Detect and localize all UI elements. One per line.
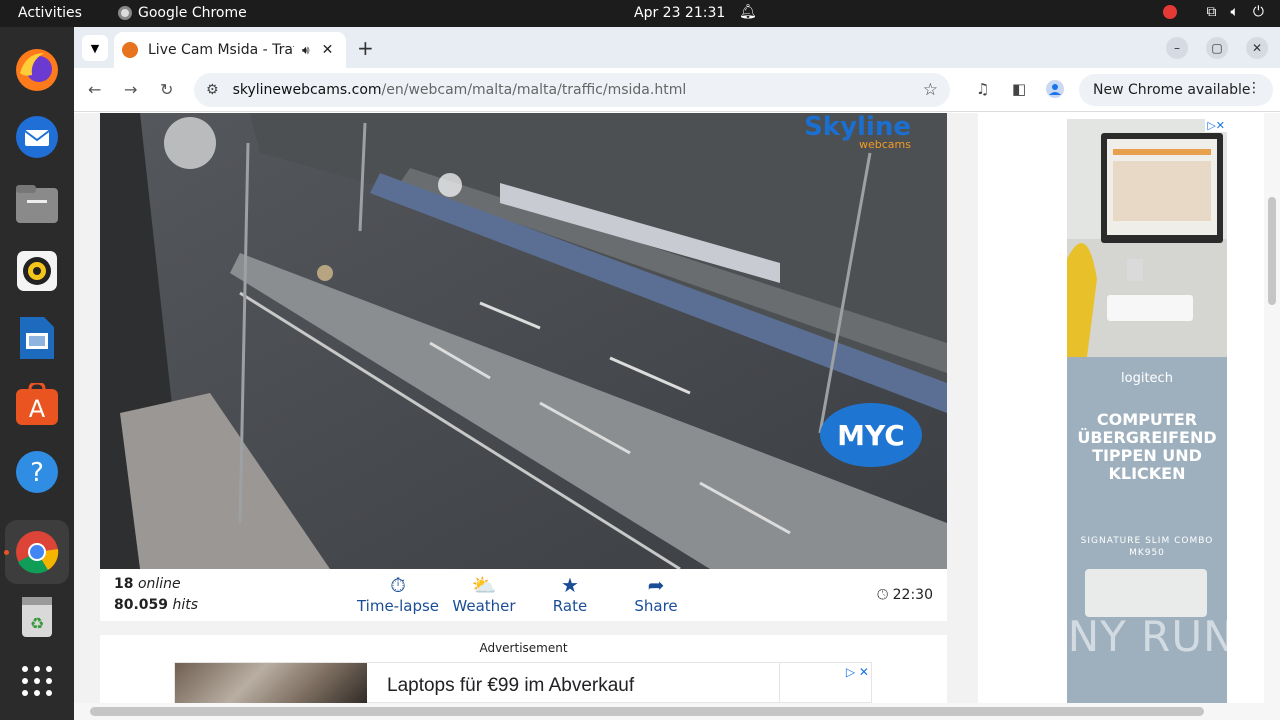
tab-strip: ▼ Live Cam Msida - Traffic 🔊︎ ✕ + – ▢ ✕ (74, 27, 1280, 68)
tab-search-button[interactable]: ▼ (82, 35, 108, 61)
site-info-icon[interactable]: ⚙ (206, 82, 219, 98)
bookmark-star-icon[interactable]: ☆ (923, 80, 938, 100)
clock-icon: 🕓︎ (877, 587, 889, 603)
tab-live-cam[interactable]: Live Cam Msida - Traffic 🔊︎ ✕ (114, 32, 346, 68)
anyrun-watermark: ANY RUN (1038, 612, 1236, 661)
online-label: online (137, 576, 181, 592)
ad-product-name: SIGNATURE SLIM COMBO MK950 (1080, 536, 1214, 558)
bell-icon: 🔔︎ (739, 4, 757, 20)
appcenter-icon[interactable]: A (13, 381, 61, 429)
skyline-favicon-icon (122, 42, 138, 58)
chrome-small-icon (118, 6, 132, 20)
back-icon[interactable]: ← (88, 80, 101, 99)
local-time-value: 22:30 (892, 587, 933, 603)
thunderbird-icon[interactable] (13, 113, 61, 161)
browser-toolbar: ← → ↻ ⚙ skylinewebcams.com /en/webcam/ma… (74, 68, 1280, 112)
share-button[interactable]: ➦ Share (611, 573, 701, 615)
app-grid-icon[interactable] (13, 657, 61, 705)
ad-banner[interactable]: Laptops für €99 im Abverkauf ▷ ✕ (174, 662, 872, 703)
hits-stat: 80.059 hits (114, 597, 198, 613)
activities-button[interactable]: Activities (18, 5, 82, 21)
writer-icon[interactable] (13, 314, 61, 362)
vertical-scrollbar[interactable] (1264, 113, 1280, 705)
local-time: 🕓︎ 22:30 (877, 587, 933, 603)
weather-button[interactable]: ⛅ Weather (439, 573, 529, 615)
ad-keyboard-image (1085, 569, 1207, 617)
restore-icon[interactable]: ▢ (1206, 37, 1228, 59)
dock: A ? ♻ (0, 27, 74, 720)
profile-avatar-icon[interactable] (1046, 80, 1064, 102)
update-label: New Chrome available (1093, 82, 1251, 98)
reload-icon[interactable]: ↻ (160, 80, 173, 99)
weather-label: Weather (452, 597, 516, 615)
star-icon: ★ (561, 573, 579, 597)
ad-side-headline: COMPUTER ÜBERGREIFEND TIPPEN UND KLICKEN (1077, 410, 1217, 483)
chevron-down-icon: ▼ (90, 41, 100, 55)
svg-text:?: ? (30, 458, 44, 488)
forward-icon[interactable]: → (124, 80, 137, 99)
tab-title: Live Cam Msida - Traffic (148, 42, 294, 58)
volume-icon: 🔈︎ (1230, 4, 1239, 20)
myc-overlay-logo: MYC (820, 403, 922, 467)
ad-headline: Laptops für €99 im Abverkauf (387, 675, 635, 696)
webcam-info-bar: 18 online 80.059 hits ⏱ Time-lapse ⛅ Wea… (100, 569, 947, 621)
speaker-icon[interactable]: 🔊︎ (302, 43, 310, 58)
media-controls-icon[interactable]: ♫ (976, 80, 989, 98)
share-label: Share (634, 597, 678, 615)
close-tab-icon[interactable]: ✕ (322, 42, 334, 58)
advertisement-section: Advertisement Laptops für €99 im Abverka… (100, 635, 947, 703)
app-name-label: Google Chrome (138, 5, 247, 21)
rate-button[interactable]: ★ Rate (525, 573, 615, 615)
vertical-scroll-thumb[interactable] (1268, 197, 1276, 305)
timelapse-button[interactable]: ⏱ Time-lapse (353, 573, 443, 615)
advertisement-label: Advertisement (479, 641, 568, 655)
ad-divider (779, 663, 780, 703)
recording-indicator-icon (1162, 5, 1177, 19)
firefox-icon[interactable] (13, 46, 61, 94)
power-icon: ⏻ (1252, 4, 1264, 20)
share-arrow-icon: ➦ (647, 573, 665, 597)
svg-text:A: A (29, 395, 46, 423)
side-panel-icon[interactable]: ◧ (1012, 80, 1026, 98)
minimize-icon[interactable]: – (1166, 37, 1188, 59)
url-path: /en/webcam/malta/malta/traffic/msida.htm… (381, 82, 687, 98)
weather-icon: ⛅ (471, 573, 497, 597)
svg-text:♻: ♻ (30, 614, 44, 633)
ad-brand: logitech (1121, 371, 1173, 386)
new-chrome-available-button[interactable]: New Chrome available ⋮ (1079, 74, 1273, 106)
stopwatch-icon: ⏱ (390, 573, 406, 597)
kebab-menu-icon[interactable]: ⋮ (1247, 80, 1261, 96)
system-top-bar: Activities Google Chrome Apr 23 21:31 🔔︎… (0, 0, 1280, 27)
running-indicator (4, 550, 9, 555)
chrome-icon[interactable] (5, 520, 69, 584)
online-count: 18 (114, 576, 134, 592)
address-bar[interactable]: ⚙ skylinewebcams.com /en/webcam/malta/ma… (194, 73, 950, 107)
clock[interactable]: Apr 23 21:31 (634, 5, 725, 21)
side-adchoices-icon[interactable]: ▷✕ (1205, 119, 1227, 132)
ad-laptops-image (175, 663, 367, 703)
rate-label: Rate (552, 597, 588, 615)
online-stat: 18 online (114, 576, 181, 592)
hits-label: hits (172, 597, 199, 613)
skyline-logo: Skyline webcams (804, 113, 911, 151)
ad-desk-photo (1067, 119, 1227, 357)
new-tab-icon[interactable]: + (357, 36, 374, 60)
trash-icon[interactable]: ♻ (13, 593, 61, 641)
horizontal-scroll-thumb[interactable] (90, 707, 1204, 716)
adchoices-icon[interactable]: ▷ ✕ (846, 665, 869, 679)
system-tray[interactable]: ⧉ 🔈︎ ⏻ (1162, 4, 1264, 20)
hits-count: 80.059 (114, 597, 169, 613)
skyline-logo-main: Skyline (804, 113, 911, 142)
url-host: skylinewebcams.com (232, 82, 382, 98)
timelapse-label: Time-lapse (356, 597, 440, 615)
files-icon[interactable] (13, 180, 61, 228)
close-window-icon[interactable]: ✕ (1246, 37, 1268, 59)
help-icon[interactable]: ? (13, 448, 61, 496)
rhythmbox-icon[interactable] (13, 247, 61, 295)
horizontal-scrollbar[interactable] (74, 703, 1280, 720)
app-menu[interactable]: Google Chrome (118, 5, 247, 21)
network-icon: ⧉ (1206, 4, 1217, 20)
webcam-video[interactable]: Skyline webcams MYC (100, 113, 947, 569)
